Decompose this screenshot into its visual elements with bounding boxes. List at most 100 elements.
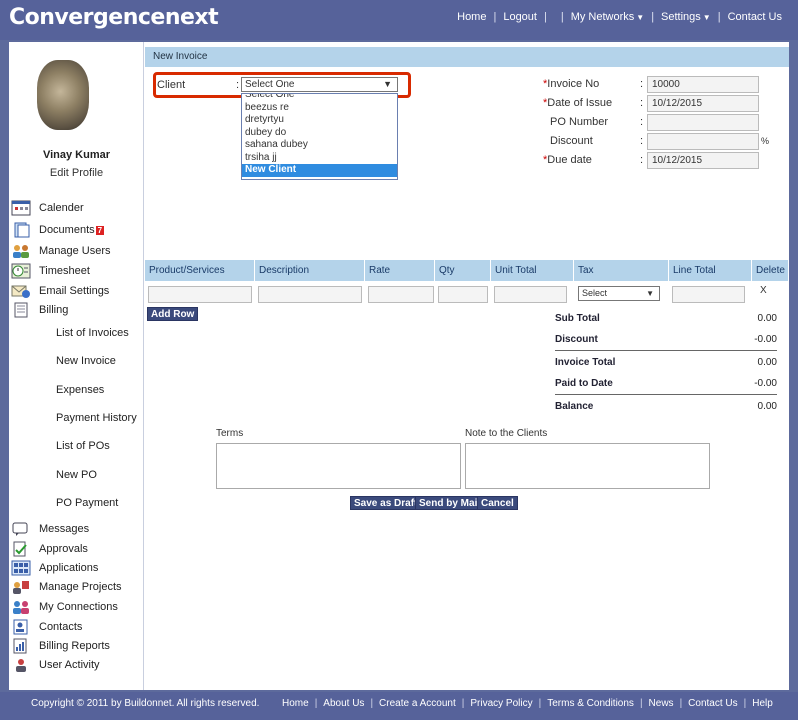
delete-row-button[interactable]: X <box>760 285 767 296</box>
add-row-button[interactable]: Add Row <box>147 307 199 321</box>
nav-separator: | <box>543 11 547 23</box>
footer-link-news[interactable]: News <box>649 698 674 709</box>
col-rate: Rate <box>365 260 435 281</box>
invoice-no-field[interactable]: 10000 <box>647 76 759 93</box>
nav-settings-menu[interactable]: Settings ▼ <box>661 11 711 23</box>
footer-link-privacy[interactable]: Privacy Policy <box>470 698 532 709</box>
client-dropdown-list[interactable]: Select One beezus re dretyrtyu dubey do … <box>241 93 398 180</box>
footer-link-home[interactable]: Home <box>282 698 309 709</box>
sidebar-item-email-settings[interactable]: Email Settings <box>11 282 109 300</box>
footer-link-terms[interactable]: Terms & Conditions <box>547 698 634 709</box>
client-option[interactable]: Select One <box>242 94 397 102</box>
sidebar-sub-new-invoice[interactable]: New Invoice <box>56 355 116 367</box>
footer-link-create-account[interactable]: Create a Account <box>379 698 456 709</box>
subtotal-label: Sub Total <box>555 313 600 324</box>
sidebar-item-billing-reports[interactable]: Billing Reports <box>11 637 110 655</box>
invoice-no-label: *Invoice No <box>543 78 599 90</box>
nav-home-link[interactable]: Home <box>457 11 486 23</box>
sidebar-item-contacts[interactable]: Contacts <box>11 618 82 636</box>
chevron-down-icon: ▼ <box>636 13 645 22</box>
send-by-mail-button[interactable]: Send by Mail <box>415 496 485 510</box>
sidebar-item-label: Email Settings <box>39 285 110 297</box>
tax-select-value: Select <box>582 288 608 298</box>
cancel-button[interactable]: Cancel <box>477 496 518 510</box>
date-of-issue-field[interactable]: 10/12/2015 <box>647 95 759 112</box>
invoice-main: New Invoice Client : Select One ▼ Select… <box>145 42 789 690</box>
date-of-issue-label-text: Date of Issue <box>547 97 613 109</box>
client-option[interactable]: dretyrtyu <box>242 114 397 127</box>
top-nav: Home | Logout | | My Networks ▼ | Setting… <box>457 11 782 23</box>
email-settings-icon <box>11 283 31 299</box>
save-as-draft-button[interactable]: Save as Draft <box>350 496 422 510</box>
note-to-clients-textarea[interactable] <box>465 443 710 489</box>
sidebar-item-documents[interactable]: Documents 7 <box>11 221 105 239</box>
sidebar-sub-expenses[interactable]: Expenses <box>56 384 104 396</box>
documents-icon <box>11 222 31 238</box>
tax-select[interactable]: Select ▼ <box>578 286 660 301</box>
sidebar-item-messages[interactable]: Messages <box>11 520 89 538</box>
due-date-field[interactable]: 10/12/2015 <box>647 152 759 169</box>
qty-input[interactable] <box>438 286 488 303</box>
product-services-input[interactable] <box>148 286 252 303</box>
sidebar-item-calender[interactable]: Calender <box>11 199 84 217</box>
client-option[interactable]: trsiha jj <box>242 152 397 165</box>
date-of-issue-label: *Date of Issue <box>543 97 612 109</box>
reports-icon <box>11 638 31 654</box>
paid-to-date-label: Paid to Date <box>555 378 613 389</box>
col-line-total: Line Total <box>669 260 752 281</box>
client-option[interactable]: sahana dubey <box>242 139 397 152</box>
sidebar-sub-list-of-invoices[interactable]: List of Invoices <box>56 327 129 339</box>
sidebar-sub-payment-history[interactable]: Payment History <box>56 412 137 424</box>
nav-my-networks-menu[interactable]: My Networks ▼ <box>571 11 644 23</box>
sidebar-sub-new-po[interactable]: New PO <box>56 469 97 481</box>
nav-logout-link[interactable]: Logout <box>503 11 537 23</box>
sidebar-item-user-activity[interactable]: User Activity <box>11 656 100 674</box>
nav-separator: | <box>493 11 497 23</box>
unit-total-input[interactable] <box>494 286 567 303</box>
sidebar-sub-po-payment[interactable]: PO Payment <box>56 497 118 509</box>
col-product-services: Product/Services <box>145 260 255 281</box>
client-option[interactable]: beezus re <box>242 102 397 115</box>
discount-total-value: -0.00 <box>754 334 777 345</box>
discount-total-label: Discount <box>555 334 598 345</box>
col-unit-total: Unit Total <box>491 260 574 281</box>
colon: : <box>640 97 644 109</box>
sidebar-item-my-connections[interactable]: My Connections <box>11 598 118 616</box>
line-total-input[interactable] <box>672 286 745 303</box>
sidebar-item-billing[interactable]: Billing <box>11 301 68 319</box>
users-icon <box>11 243 31 259</box>
description-input[interactable] <box>258 286 362 303</box>
edit-profile-link[interactable]: Edit Profile <box>9 167 144 179</box>
footer-link-help[interactable]: Help <box>752 698 773 709</box>
line-items-header: Product/Services Description Rate Qty Un… <box>145 260 789 281</box>
nav-separator: | <box>651 11 655 23</box>
colon: : <box>640 116 644 128</box>
footer-link-contact[interactable]: Contact Us <box>688 698 737 709</box>
sidebar-item-approvals[interactable]: Approvals <box>11 540 88 558</box>
sidebar-sub-list-of-pos[interactable]: List of POs <box>56 440 110 452</box>
col-description: Description <box>255 260 365 281</box>
site-logo[interactable]: Convergencenext <box>9 5 219 30</box>
discount-field[interactable] <box>647 133 759 150</box>
sidebar-item-applications[interactable]: Applications <box>11 559 98 577</box>
col-delete: Delete <box>752 260 789 281</box>
client-option-new-client[interactable]: New Client <box>242 164 397 177</box>
sidebar-item-timesheet[interactable]: Timesheet <box>11 262 90 280</box>
terms-label: Terms <box>216 428 244 439</box>
sidebar-item-manage-users[interactable]: Manage Users <box>11 242 111 260</box>
client-option[interactable]: dubey do <box>242 127 397 140</box>
po-number-field[interactable] <box>647 114 759 131</box>
invoice-total-value: 0.00 <box>757 357 777 368</box>
terms-textarea[interactable] <box>216 443 461 489</box>
footer-link-about[interactable]: About Us <box>323 698 364 709</box>
sidebar-item-label: User Activity <box>39 659 100 671</box>
connections-icon <box>11 599 31 615</box>
sidebar-item-manage-projects[interactable]: Manage Projects <box>11 578 122 596</box>
avatar[interactable] <box>37 60 89 130</box>
rate-input[interactable] <box>368 286 434 303</box>
nav-contact-link[interactable]: Contact Us <box>728 11 782 23</box>
footer-separator: | <box>314 698 318 709</box>
colon: : <box>640 135 644 147</box>
divider <box>555 394 777 395</box>
sidebar-item-label: Timesheet <box>39 265 90 277</box>
